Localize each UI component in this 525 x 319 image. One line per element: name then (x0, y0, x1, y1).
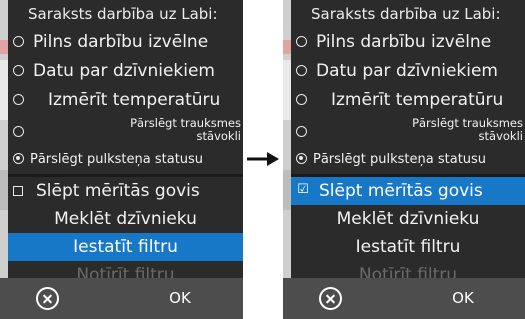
radio-icon (13, 94, 24, 105)
ok-button[interactable]: OK (158, 278, 202, 319)
radio-selected-icon (13, 153, 24, 164)
action-menu: Saraksts darbība uz Labi: Pilns darbību … (291, 0, 525, 285)
radio-selected-icon (296, 153, 307, 164)
hide-measured-cows-checkbox[interactable]: ☑ Slēpt mērītās govis (291, 177, 525, 205)
option-toggle-alarm-state[interactable]: Pārslēgt trauksmes stāvokli (291, 115, 525, 145)
radio-icon (296, 36, 307, 47)
find-animal-button[interactable]: Meklēt dzīvnieku (291, 205, 525, 233)
option-animal-data[interactable]: Datu par dzīvniekiem (8, 57, 243, 86)
set-filter-button[interactable]: Iestatīt filtru (8, 233, 243, 261)
checkbox-unchecked-icon (13, 186, 23, 196)
close-circle-icon[interactable] (36, 287, 59, 310)
radio-icon (13, 36, 24, 47)
ok-button[interactable]: OK (441, 278, 485, 319)
radio-icon (13, 126, 24, 137)
option-label: Pārslēgt trauksmes stāvokli (130, 116, 241, 143)
option-label: Pārslēgt pulksteņa statusu (313, 152, 487, 167)
option-label: Izmērīt temperatūru (48, 90, 221, 110)
option-toggle-clock-status[interactable]: Pārslēgt pulksteņa statusu (291, 145, 525, 174)
radio-icon (296, 94, 307, 105)
menu-title: Saraksts darbība uz Labi: (311, 5, 501, 23)
hide-measured-cows-checkbox[interactable]: Slēpt mērītās govis (8, 177, 243, 205)
option-measure-temperature[interactable]: Izmērīt temperatūru (8, 86, 243, 115)
option-full-action-menu[interactable]: Pilns darbību izvēlne (291, 28, 525, 57)
set-filter-button[interactable]: Iestatīt filtru (291, 233, 525, 261)
option-toggle-clock-status[interactable]: Pārslēgt pulksteņa statusu (8, 145, 243, 174)
background-edge (0, 0, 8, 278)
checkbox-checked-icon: ☑ (297, 182, 309, 197)
background-edge (283, 0, 291, 278)
option-measure-temperature[interactable]: Izmērīt temperatūru (291, 86, 525, 115)
option-label: Datu par dzīvniekiem (316, 61, 498, 81)
radio-icon (296, 126, 307, 137)
option-label: Pilns darbību izvēlne (33, 32, 209, 52)
option-label: Datu par dzīvniekiem (33, 61, 215, 81)
option-label: Izmērīt temperatūru (331, 90, 504, 110)
menu-title: Saraksts darbība uz Labi: (28, 5, 218, 23)
option-label: Pārslēgt trauksmes stāvokli (412, 116, 523, 143)
checkbox-label: Slēpt mērītās govis (36, 181, 200, 201)
screen-before: Saraksts darbība uz Labi: Pilns darbību … (0, 0, 243, 319)
option-full-action-menu[interactable]: Pilns darbību izvēlne (8, 28, 243, 57)
bottom-bar: OK (0, 278, 243, 319)
close-circle-icon[interactable] (319, 287, 342, 310)
option-toggle-alarm-state[interactable]: Pārslēgt trauksmes stāvokli (8, 115, 243, 145)
bottom-bar: OK (283, 278, 525, 319)
option-label: Pilns darbību izvēlne (316, 32, 492, 52)
option-animal-data[interactable]: Datu par dzīvniekiem (291, 57, 525, 86)
find-animal-button[interactable]: Meklēt dzīvnieku (8, 205, 243, 233)
screen-after: Saraksts darbība uz Labi: Pilns darbību … (283, 0, 525, 319)
option-label: Pārslēgt pulksteņa statusu (30, 152, 204, 167)
action-menu: Saraksts darbība uz Labi: Pilns darbību … (8, 0, 243, 285)
arrow-right-icon (247, 152, 279, 166)
radio-icon (13, 65, 24, 76)
checkbox-label: Slēpt mērītās govis (319, 181, 483, 201)
radio-icon (296, 65, 307, 76)
